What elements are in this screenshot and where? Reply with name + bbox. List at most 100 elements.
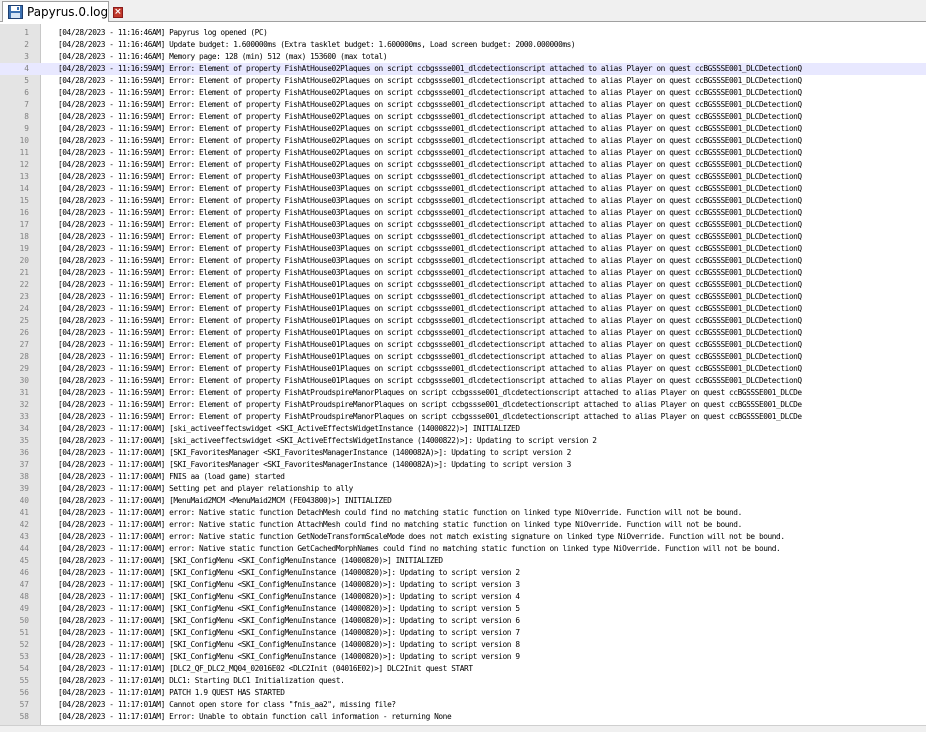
log-line: 51 [04/28/2023 - 11:17:00AM] [SKI_ConfigM… <box>0 627 926 639</box>
line-number: 25 <box>19 316 29 325</box>
line-number: 35 <box>19 436 29 445</box>
line-text: [04/28/2023 - 11:17:00AM] [SKI_ConfigMen… <box>58 568 520 577</box>
line-number: 29 <box>19 364 29 373</box>
log-line: 41 [04/28/2023 - 11:17:00AM] error: Nativ… <box>0 507 926 519</box>
line-number: 30 <box>19 376 29 385</box>
line-number: 26 <box>19 328 29 337</box>
line-text: [04/28/2023 - 11:16:59AM] Error: Element… <box>58 328 802 337</box>
line-text: [04/28/2023 - 11:16:59AM] Error: Element… <box>58 232 802 241</box>
log-line: 24 [04/28/2023 - 11:16:59AM] Error: Eleme… <box>0 303 926 315</box>
line-number: 44 <box>19 544 29 553</box>
line-number: 36 <box>19 448 29 457</box>
line-number: 55 <box>19 676 29 685</box>
line-text: [04/28/2023 - 11:16:59AM] Error: Element… <box>58 100 802 109</box>
log-line: 58 [04/28/2023 - 11:17:01AM] Error: Unabl… <box>0 711 926 723</box>
line-text: [04/28/2023 - 11:16:59AM] Error: Element… <box>58 64 802 73</box>
line-text: [04/28/2023 - 11:16:59AM] Error: Element… <box>58 292 802 301</box>
line-text: [04/28/2023 - 11:17:00AM] [SKI_ConfigMen… <box>58 616 520 625</box>
text-editor[interactable]: 1 [04/28/2023 - 11:16:46AM] Papyrus log o… <box>0 24 926 731</box>
log-line: 10 [04/28/2023 - 11:16:59AM] Error: Eleme… <box>0 135 926 147</box>
line-number: 54 <box>19 664 29 673</box>
log-line: 23 [04/28/2023 - 11:16:59AM] Error: Eleme… <box>0 291 926 303</box>
log-line: 15 [04/28/2023 - 11:16:59AM] Error: Eleme… <box>0 195 926 207</box>
line-text: [04/28/2023 - 11:17:00AM] [SKI_ConfigMen… <box>58 640 520 649</box>
line-text: [04/28/2023 - 11:17:00AM] error: Native … <box>58 532 785 541</box>
log-line: 32 [04/28/2023 - 11:16:59AM] Error: Eleme… <box>0 399 926 411</box>
line-number: 2 <box>24 40 29 49</box>
line-number: 15 <box>19 196 29 205</box>
log-line: 17 [04/28/2023 - 11:16:59AM] Error: Eleme… <box>0 219 926 231</box>
line-number: 48 <box>19 592 29 601</box>
log-line: 16 [04/28/2023 - 11:16:59AM] Error: Eleme… <box>0 207 926 219</box>
line-number: 9 <box>24 124 29 133</box>
line-number: 17 <box>19 220 29 229</box>
line-number: 33 <box>19 412 29 421</box>
line-text: [04/28/2023 - 11:16:59AM] Error: Element… <box>58 376 802 385</box>
line-number: 46 <box>19 568 29 577</box>
line-number: 53 <box>19 652 29 661</box>
line-number: 24 <box>19 304 29 313</box>
line-text: [04/28/2023 - 11:16:59AM] Error: Element… <box>58 244 802 253</box>
line-text: [04/28/2023 - 11:16:59AM] Error: Element… <box>58 388 802 397</box>
line-text: [04/28/2023 - 11:16:59AM] Error: Element… <box>58 148 802 157</box>
line-number: 38 <box>19 472 29 481</box>
log-line: 25 [04/28/2023 - 11:16:59AM] Error: Eleme… <box>0 315 926 327</box>
line-text: [04/28/2023 - 11:17:00AM] [MenuMaid2MCM … <box>58 496 392 505</box>
line-text: [04/28/2023 - 11:17:00AM] FNIS aa (load … <box>58 472 285 481</box>
log-line: 54 [04/28/2023 - 11:17:01AM] [DLC2_QF_DLC… <box>0 663 926 675</box>
line-number: 7 <box>24 100 29 109</box>
line-number: 14 <box>19 184 29 193</box>
log-line: 5 [04/28/2023 - 11:16:59AM] Error: Elemen… <box>0 75 926 87</box>
line-number: 21 <box>19 268 29 277</box>
log-line: 39 [04/28/2023 - 11:17:00AM] Setting pet … <box>0 483 926 495</box>
log-line: 12 [04/28/2023 - 11:16:59AM] Error: Eleme… <box>0 159 926 171</box>
line-number: 58 <box>19 712 29 721</box>
line-number: 45 <box>19 556 29 565</box>
log-line: 9 [04/28/2023 - 11:16:59AM] Error: Elemen… <box>0 123 926 135</box>
log-line: 2 [04/28/2023 - 11:16:46AM] Update budget… <box>0 39 926 51</box>
log-line: 19 [04/28/2023 - 11:16:59AM] Error: Eleme… <box>0 243 926 255</box>
save-disk-icon <box>8 5 23 19</box>
line-number: 32 <box>19 400 29 409</box>
log-line: 37 [04/28/2023 - 11:17:00AM] [SKI_Favorit… <box>0 459 926 471</box>
line-text: [04/28/2023 - 11:16:59AM] Error: Element… <box>58 304 802 313</box>
line-number: 49 <box>19 604 29 613</box>
line-text: [04/28/2023 - 11:17:01AM] PATCH 1.9 QUES… <box>58 688 285 697</box>
line-number: 3 <box>24 52 29 61</box>
line-text: [04/28/2023 - 11:16:59AM] Error: Element… <box>58 364 802 373</box>
line-number: 28 <box>19 352 29 361</box>
line-text: [04/28/2023 - 11:17:00AM] [ski_activeeff… <box>58 436 597 445</box>
log-line: 26 [04/28/2023 - 11:16:59AM] Error: Eleme… <box>0 327 926 339</box>
tab-papyrus-log[interactable]: Papyrus.0.log × <box>2 1 123 22</box>
log-line: 22 [04/28/2023 - 11:16:59AM] Error: Eleme… <box>0 279 926 291</box>
line-number: 16 <box>19 208 29 217</box>
line-text: [04/28/2023 - 11:17:00AM] error: Native … <box>58 520 742 529</box>
line-text: [04/28/2023 - 11:16:46AM] Memory page: 1… <box>58 52 388 61</box>
log-line: 50 [04/28/2023 - 11:17:00AM] [SKI_ConfigM… <box>0 615 926 627</box>
line-text: [04/28/2023 - 11:17:01AM] [DLC2_QF_DLC2_… <box>58 664 473 673</box>
line-text: [04/28/2023 - 11:16:59AM] Error: Element… <box>58 88 802 97</box>
line-number: 43 <box>19 532 29 541</box>
log-line: 14 [04/28/2023 - 11:16:59AM] Error: Eleme… <box>0 183 926 195</box>
log-line: 27 [04/28/2023 - 11:16:59AM] Error: Eleme… <box>0 339 926 351</box>
log-line: 13 [04/28/2023 - 11:16:59AM] Error: Eleme… <box>0 171 926 183</box>
line-number: 11 <box>19 148 29 157</box>
line-text: [04/28/2023 - 11:17:00AM] [SKI_ConfigMen… <box>58 604 520 613</box>
close-icon[interactable]: × <box>113 6 123 18</box>
line-number: 1 <box>24 28 29 37</box>
log-line: 1 [04/28/2023 - 11:16:46AM] Papyrus log o… <box>0 27 926 39</box>
line-text: [04/28/2023 - 11:16:59AM] Error: Element… <box>58 412 802 421</box>
log-line: 48 [04/28/2023 - 11:17:00AM] [SKI_ConfigM… <box>0 591 926 603</box>
line-number: 31 <box>19 388 29 397</box>
line-number: 52 <box>19 640 29 649</box>
line-text: [04/28/2023 - 11:17:00AM] [SKI_Favorites… <box>58 448 571 457</box>
log-line: 46 [04/28/2023 - 11:17:00AM] [SKI_ConfigM… <box>0 567 926 579</box>
line-number: 56 <box>19 688 29 697</box>
line-number: 5 <box>24 76 29 85</box>
line-text: [04/28/2023 - 11:17:00AM] [SKI_Favorites… <box>58 460 571 469</box>
line-text: [04/28/2023 - 11:17:00AM] [SKI_ConfigMen… <box>58 556 443 565</box>
line-text: [04/28/2023 - 11:16:59AM] Error: Element… <box>58 136 802 145</box>
line-number: 39 <box>19 484 29 493</box>
line-text: [04/28/2023 - 11:17:01AM] Cannot open st… <box>58 700 396 709</box>
log-line: 20 [04/28/2023 - 11:16:59AM] Error: Eleme… <box>0 255 926 267</box>
